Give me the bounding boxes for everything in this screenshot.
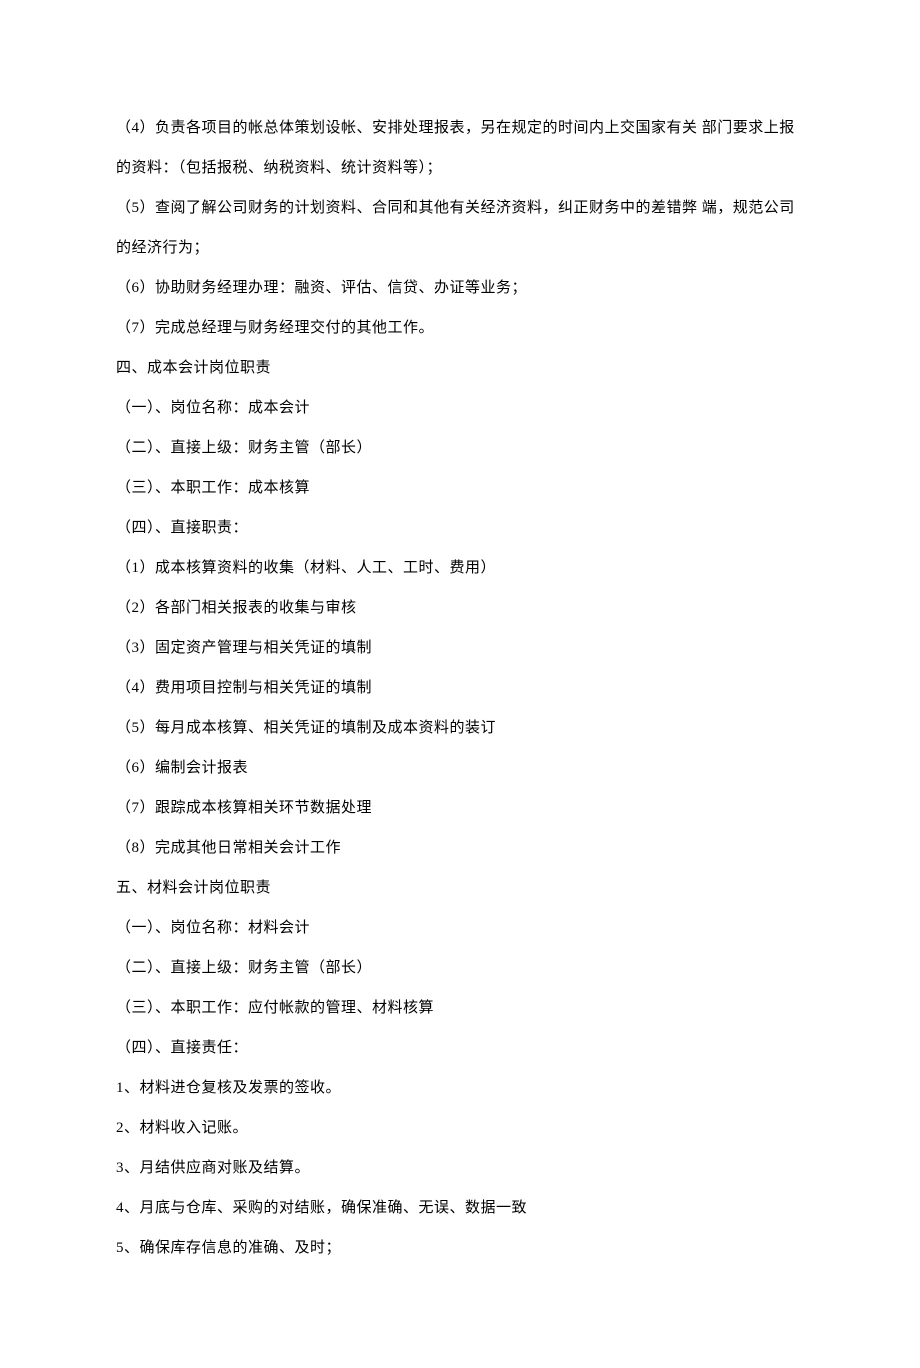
text-line: 3、月结供应商对账及结算。 — [116, 1148, 804, 1188]
text-line: 1、材料进仓复核及发票的签收。 — [116, 1068, 804, 1108]
text-line: （5）查阅了解公司财务的计划资料、合同和其他有关经济资料，纠正财务中的差错弊 端… — [116, 188, 804, 268]
text-line: （4）负责各项目的帐总体策划设帐、安排处理报表，另在规定的时间内上交国家有关 部… — [116, 108, 804, 188]
text-line: （三）、本职工作：成本核算 — [116, 468, 804, 508]
text-line: （7）跟踪成本核算相关环节数据处理 — [116, 788, 804, 828]
text-line: （二）、直接上级：财务主管（部长） — [116, 948, 804, 988]
text-line: （4）费用项目控制与相关凭证的填制 — [116, 668, 804, 708]
text-line: 4、月底与仓库、采购的对结账，确保准确、无误、数据一致 — [116, 1188, 804, 1228]
text-line: （5）每月成本核算、相关凭证的填制及成本资料的装订 — [116, 708, 804, 748]
text-line: （8）完成其他日常相关会计工作 — [116, 828, 804, 868]
text-line: （一）、岗位名称：成本会计 — [116, 388, 804, 428]
text-line: （3）固定资产管理与相关凭证的填制 — [116, 628, 804, 668]
text-line: 2、材料收入记账。 — [116, 1108, 804, 1148]
section-heading: 五、材料会计岗位职责 — [116, 868, 804, 908]
text-line: （二）、直接上级：财务主管（部长） — [116, 428, 804, 468]
text-line: （6）编制会计报表 — [116, 748, 804, 788]
document-page: （4）负责各项目的帐总体策划设帐、安排处理报表，另在规定的时间内上交国家有关 部… — [0, 0, 920, 1368]
text-line: 5、确保库存信息的准确、及时； — [116, 1228, 804, 1268]
text-line: （四）、直接责任： — [116, 1028, 804, 1068]
section-heading: 四、成本会计岗位职责 — [116, 348, 804, 388]
text-line: （四）、直接职责： — [116, 508, 804, 548]
text-line: （一）、岗位名称：材料会计 — [116, 908, 804, 948]
text-line: （三）、本职工作：应付帐款的管理、材料核算 — [116, 988, 804, 1028]
text-line: （1）成本核算资料的收集（材料、人工、工时、费用） — [116, 548, 804, 588]
text-line: （7）完成总经理与财务经理交付的其他工作。 — [116, 308, 804, 348]
text-line: （2）各部门相关报表的收集与审核 — [116, 588, 804, 628]
text-line: （6）协助财务经理办理：融资、评估、信贷、办证等业务； — [116, 268, 804, 308]
